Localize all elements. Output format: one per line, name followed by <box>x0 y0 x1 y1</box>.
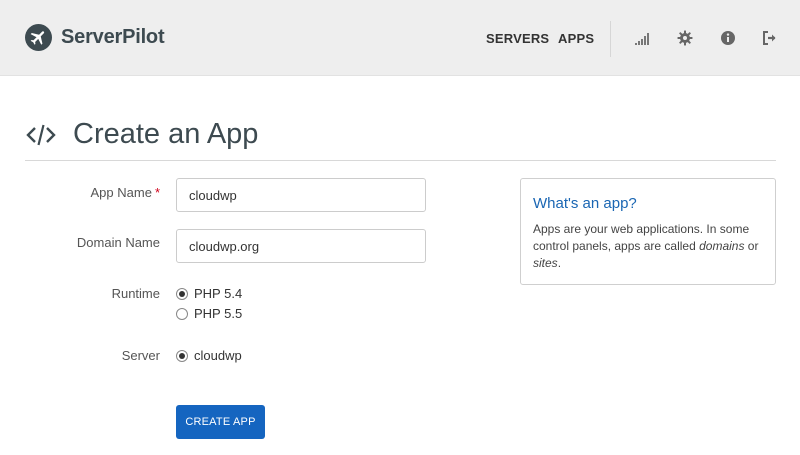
runtime-option-php54[interactable]: PHP 5.4 <box>176 286 242 301</box>
app-name-label: App Name * <box>20 185 160 200</box>
app-name-input[interactable] <box>176 178 426 212</box>
server-option-label: cloudwp <box>194 348 242 363</box>
runtime-option-label: PHP 5.5 <box>194 306 243 321</box>
info-box-body: Apps are your web applications. In some … <box>533 221 763 272</box>
top-header: ServerPilot SERVERS APPS <box>0 0 800 76</box>
logout-icon[interactable] <box>762 30 778 46</box>
runtime-option-php55[interactable]: PHP 5.5 <box>176 306 242 321</box>
page-heading: Create an App <box>25 118 258 151</box>
brand-name: ServerPilot <box>61 26 165 48</box>
nav-divider <box>610 21 611 57</box>
server-option-cloudwp[interactable]: cloudwp <box>176 348 242 363</box>
brand-logo[interactable]: ServerPilot <box>25 24 165 51</box>
page-title: Create an App <box>73 118 259 150</box>
gear-icon[interactable] <box>677 30 693 46</box>
title-divider <box>25 160 776 161</box>
nav-apps-link[interactable]: APPS <box>558 31 594 46</box>
radio-php55[interactable] <box>176 307 188 320</box>
signal-icon[interactable] <box>634 30 650 46</box>
plane-logo-icon <box>25 24 52 51</box>
create-app-button[interactable]: CREATE APP <box>176 405 265 439</box>
app-name-label-text: App Name <box>90 185 152 200</box>
info-text-mid: or <box>744 239 759 253</box>
info-emphasis-domains: domains <box>699 239 745 253</box>
code-icon <box>25 119 57 151</box>
nav-servers[interactable]: SERVERS <box>486 31 549 46</box>
runtime-label: Runtime <box>111 286 160 301</box>
server-label: Server <box>121 348 160 363</box>
required-mark: * <box>154 185 160 200</box>
domain-name-input[interactable] <box>176 229 426 263</box>
info-box-title: What's an app? <box>533 195 637 212</box>
nav-apps[interactable]: APPS <box>558 31 594 46</box>
nav-servers-link[interactable]: SERVERS <box>486 31 549 46</box>
info-box: What's an app? Apps are your web applica… <box>520 178 776 285</box>
info-text-end: . <box>557 256 562 270</box>
runtime-option-label: PHP 5.4 <box>194 286 243 301</box>
info-icon[interactable] <box>720 30 736 46</box>
domain-name-label: Domain Name <box>76 235 160 250</box>
info-emphasis-sites: sites <box>533 256 558 270</box>
radio-server-cloudwp[interactable] <box>176 349 188 362</box>
radio-php54[interactable] <box>176 287 188 300</box>
